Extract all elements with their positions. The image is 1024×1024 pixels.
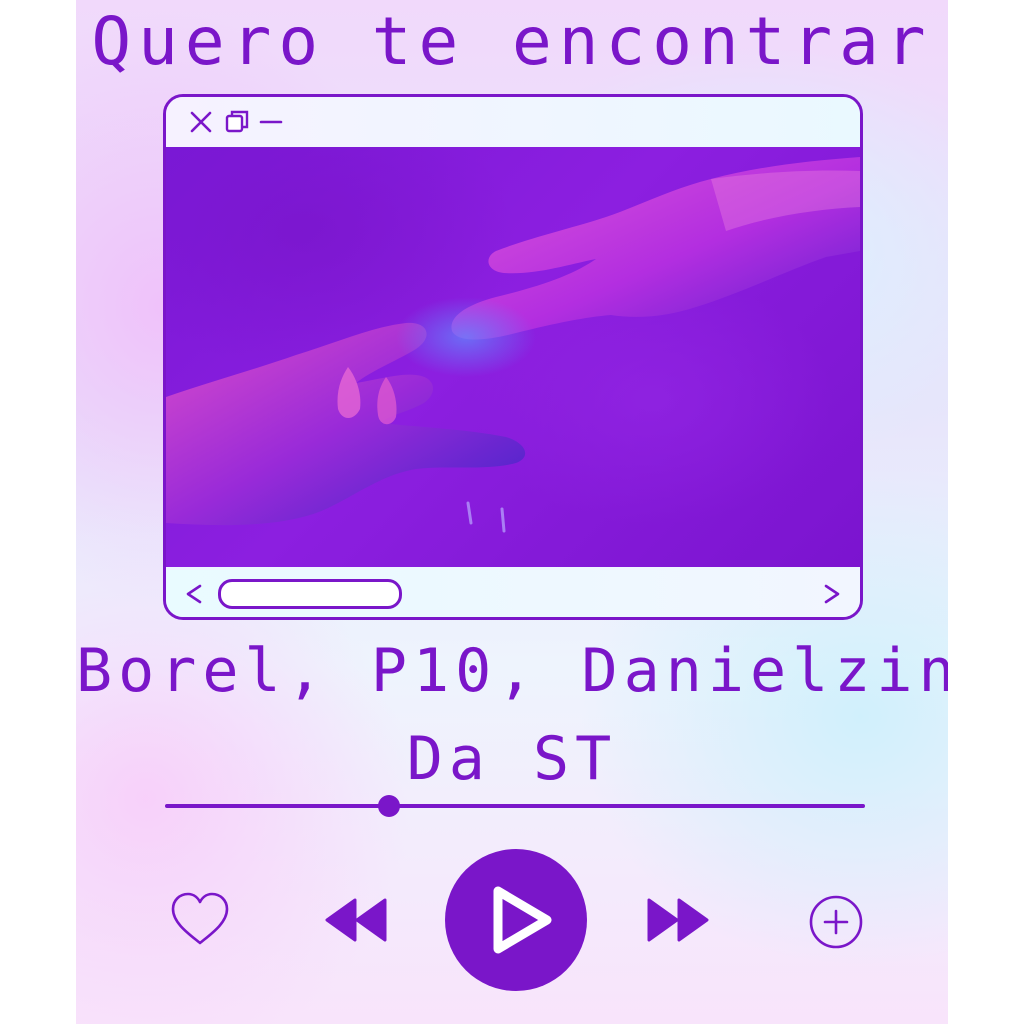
- minimize-icon[interactable]: [258, 109, 284, 135]
- chevron-right-icon[interactable]: [820, 581, 844, 607]
- scrollbar-thumb[interactable]: [218, 579, 402, 609]
- artist-names: Borel, P10, Danielzin: [76, 636, 948, 706]
- song-title: Quero te encontrar: [91, 3, 933, 80]
- window-title-bar: [166, 97, 860, 147]
- window-scrollbar: [166, 570, 860, 617]
- hands-illustration: [166, 157, 860, 533]
- artist-names-continued: Da ST: [406, 724, 618, 794]
- music-player-poster: Quero te encontrar Borel, P10, Danielzin…: [76, 0, 948, 1024]
- media-window: [163, 94, 863, 620]
- progress-knob[interactable]: [378, 795, 400, 817]
- heart-icon[interactable]: [169, 890, 231, 948]
- fast-forward-icon[interactable]: [646, 896, 710, 944]
- plus-circle-icon[interactable]: [807, 893, 865, 951]
- rewind-icon[interactable]: [324, 896, 388, 944]
- close-icon[interactable]: [188, 109, 214, 135]
- maximize-icon[interactable]: [224, 109, 250, 135]
- chevron-left-icon[interactable]: [182, 581, 206, 607]
- album-art-hands: [166, 147, 860, 567]
- play-button[interactable]: [445, 849, 587, 991]
- play-icon: [493, 886, 552, 954]
- progress-bar[interactable]: [165, 795, 865, 817]
